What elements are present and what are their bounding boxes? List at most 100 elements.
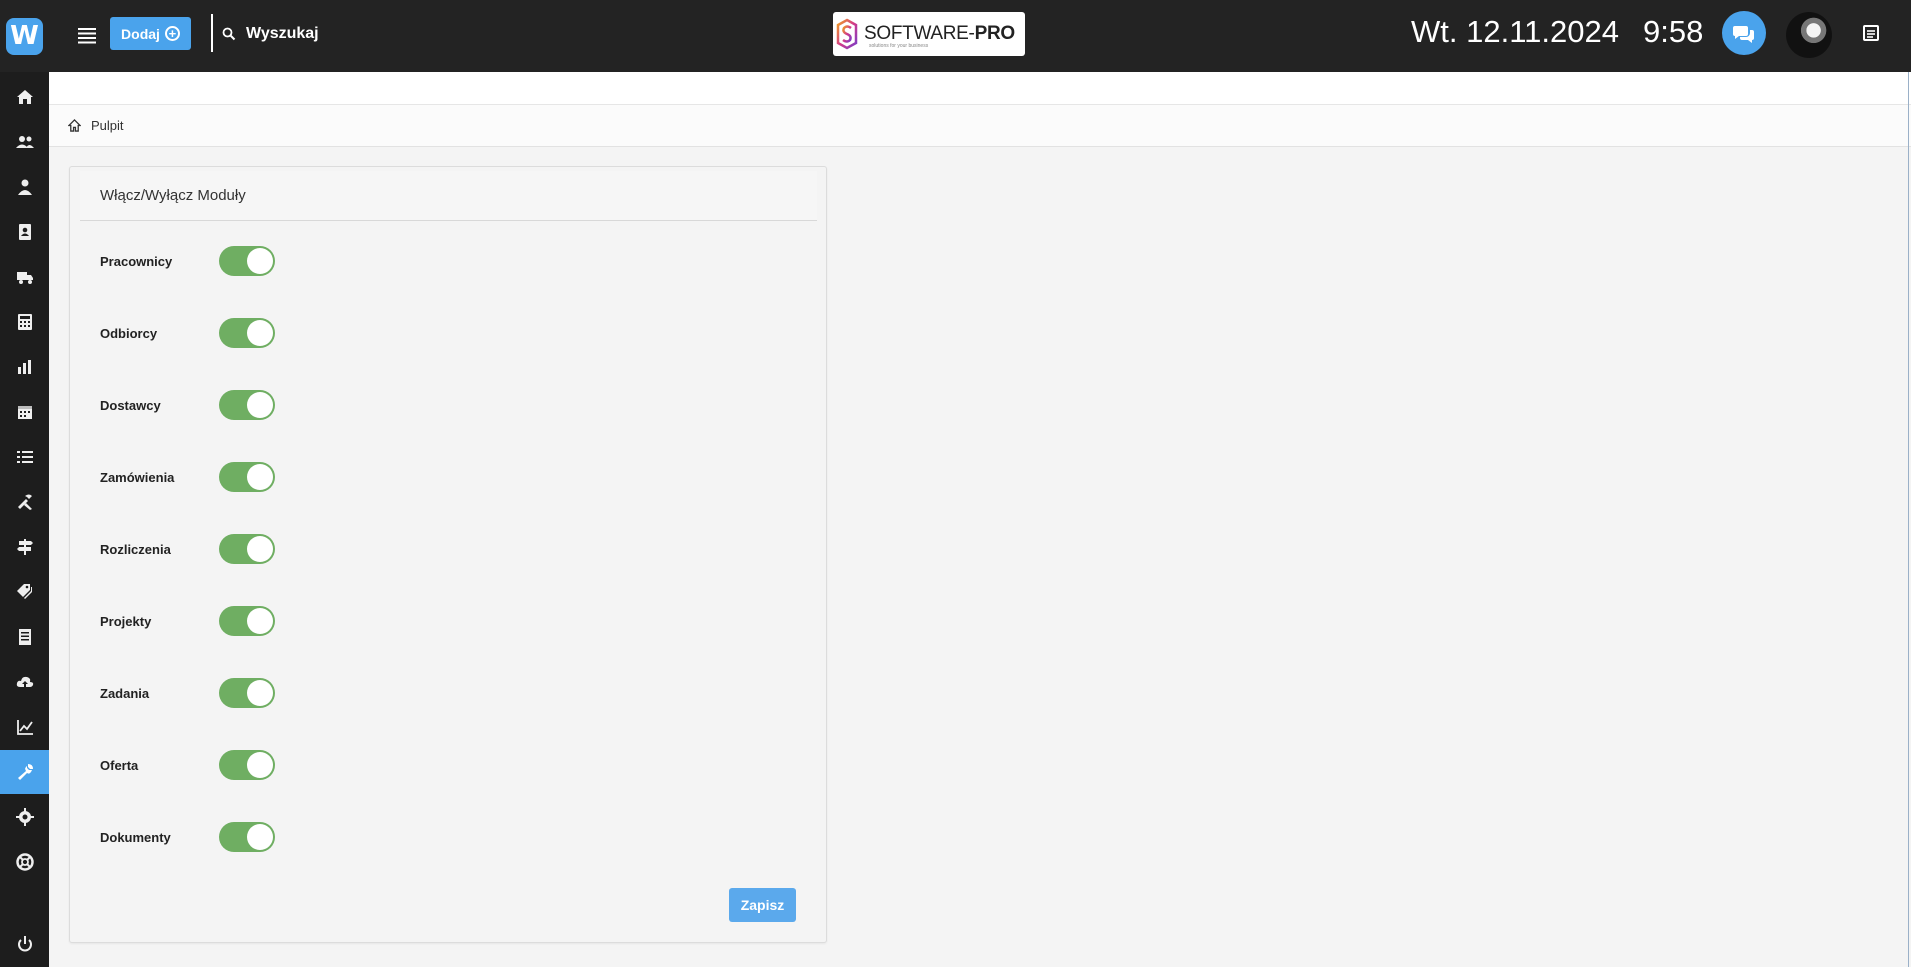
sidebar-item-users[interactable] [0,120,49,164]
sidebar [0,72,49,967]
app-logo[interactable]: W [0,0,49,72]
calendar-icon [17,406,32,419]
module-toggle-projects[interactable] [219,606,275,636]
sidebar-item-calculator[interactable] [0,300,49,344]
calculator-icon [17,314,32,330]
sidebar-item-tools[interactable] [0,480,49,524]
module-label: Zamówienia [100,469,175,485]
scrollbar-edge [1908,72,1909,967]
module-row: Oferta [100,750,275,780]
toggle-knob [247,248,273,274]
chat-bubbles-icon [1733,26,1754,43]
app-logo-mark: W [6,17,43,55]
card-title: Włącz/Wyłącz Moduły [80,171,817,221]
toggle-knob [247,320,273,346]
tags-icon [16,584,32,599]
lifebuoy-icon [15,853,34,871]
sidebar-item-stats[interactable] [0,345,49,389]
sidebar-item-delivery[interactable] [0,255,49,299]
module-toggle-settlements[interactable] [219,534,275,564]
module-toggle-customers[interactable] [219,318,275,348]
signpost-icon [16,539,33,555]
search-input[interactable]: Wyszukaj [222,22,319,46]
sidebar-item-directions[interactable] [0,525,49,569]
sidebar-item-home[interactable] [0,75,49,119]
module-label: Dokumenty [100,829,171,845]
module-row: Zamówienia [100,462,275,492]
company-logo: SOFTWARE-PRO solutions for your business [833,12,1025,56]
power-icon [17,936,32,952]
sidebar-item-documents[interactable] [0,615,49,659]
sidebar-item-tags[interactable] [0,570,49,614]
company-logo-mark [836,18,858,50]
module-row: Pracownicy [100,246,275,276]
list-icon [16,451,33,463]
toggle-knob [247,392,273,418]
toggle-knob [247,536,273,562]
modules-card: Włącz/Wyłącz Moduły Pracownicy Odbiorcy … [69,166,827,943]
company-tagline: solutions for your business [869,43,929,49]
module-toggle-tasks[interactable] [219,678,275,708]
wrench-icon [17,764,33,780]
plus-circle-icon: + [164,26,180,41]
current-time: 9:58 [1643,14,1704,49]
search-placeholder: Wyszukaj [246,25,319,42]
breadcrumb-item-dashboard[interactable]: Pulpit [91,118,124,133]
truck-icon [16,272,33,284]
address-book-icon [18,224,31,240]
chat-button[interactable] [1722,11,1766,55]
module-label: Odbiorcy [100,325,158,341]
search-icon [222,27,236,41]
sidebar-item-list[interactable] [0,435,49,479]
sidebar-item-settings-tools[interactable] [0,750,49,794]
sidebar-item-calendar[interactable] [0,390,49,434]
sidebar-item-cloud[interactable] [0,660,49,704]
user-tie-icon [17,179,32,195]
module-toggle-offer[interactable] [219,750,275,780]
module-label: Dostawcy [100,397,161,413]
module-row: Odbiorcy [100,318,275,348]
module-row: Zadania [100,678,275,708]
module-toggle-documents[interactable] [219,822,275,852]
toggle-knob [247,824,273,850]
document-icon [18,629,31,645]
module-toggle-suppliers[interactable] [219,390,275,420]
module-toggle-employees[interactable] [219,246,275,276]
module-row: Dostawcy [100,390,275,420]
home-icon [16,90,33,104]
hamburger-menu-icon[interactable] [76,24,98,46]
module-label: Oferta [100,757,139,773]
cloud-upload-icon [16,676,33,687]
bar-chart-icon [17,360,31,374]
toggle-knob [247,752,273,778]
gear-icon [15,808,34,826]
add-button-label: Dodaj [121,25,160,42]
toggle-knob [247,608,273,634]
module-row: Projekty [100,606,275,636]
module-label: Rozliczenia [100,541,171,557]
home-icon[interactable] [68,119,81,132]
sidebar-item-analytics[interactable] [0,705,49,749]
top-bar: W Dodaj + Wyszukaj SOFTWARE-PRO solution… [0,0,1911,72]
sidebar-item-contacts[interactable] [0,210,49,254]
breadcrumb: Pulpit [49,105,1911,147]
save-button[interactable]: Zapisz [729,888,796,922]
user-avatar[interactable] [1786,12,1832,58]
module-label: Zadania [100,685,150,701]
sidebar-item-config[interactable] [0,795,49,839]
module-row: Rozliczenia [100,534,275,564]
add-button[interactable]: Dodaj + [110,17,191,50]
sub-header-strip [49,72,1911,105]
notes-icon[interactable] [1862,24,1880,42]
users-icon [15,136,34,148]
sidebar-item-help[interactable] [0,840,49,884]
module-row: Dokumenty [100,822,275,852]
module-label: Projekty [100,613,152,629]
toggle-knob [247,464,273,490]
company-name: SOFTWARE-PRO [864,23,1015,44]
sidebar-item-logout[interactable] [0,922,49,966]
toggle-knob [247,680,273,706]
module-toggle-orders[interactable] [219,462,275,492]
current-date: Wt. 12.11.2024 [1411,14,1619,49]
sidebar-item-employees[interactable] [0,165,49,209]
